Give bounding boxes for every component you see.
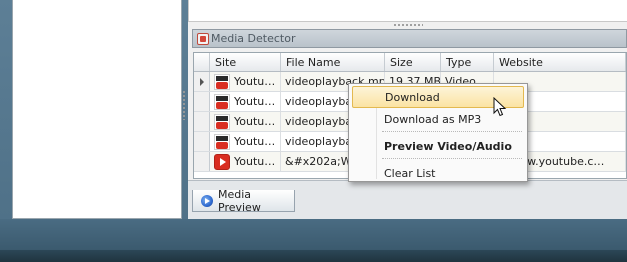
window-bottom-frame [0, 219, 627, 250]
current-row-arrow-icon [199, 77, 204, 86]
youtube-text-icon [214, 93, 230, 110]
column-header-size[interactable]: Size [385, 53, 441, 71]
youtube-play-icon [214, 153, 230, 170]
column-header-type[interactable]: Type [441, 53, 494, 71]
horizontal-splitter-grip[interactable] [393, 23, 423, 27]
site-label: Youtu… [234, 95, 276, 108]
vertical-splitter-grip[interactable] [182, 90, 186, 120]
youtube-text-icon [214, 133, 230, 150]
row-indicator [194, 72, 210, 91]
row-indicator [194, 132, 210, 151]
cell-site: Youtu… [210, 152, 281, 171]
desktop-taskbar [0, 250, 627, 262]
site-label: Youtu… [234, 75, 276, 88]
tab-label: Media Preview [218, 187, 261, 214]
mouse-cursor-icon [493, 97, 507, 117]
column-header-file-name[interactable]: File Name [281, 53, 385, 71]
row-indicator-header [194, 53, 210, 71]
tab-bar: Media Preview [188, 180, 627, 219]
column-header-site[interactable]: Site [210, 53, 281, 71]
menu-item-preview-video-audio[interactable]: Preview Video/Audio [352, 135, 524, 157]
site-label: Youtu… [234, 115, 276, 128]
menu-separator [382, 158, 522, 161]
row-indicator [194, 92, 210, 111]
menu-item-clear-list[interactable]: Clear List [352, 162, 524, 184]
youtube-text-icon [214, 113, 230, 130]
cell-site: Youtu… [210, 132, 281, 151]
cell-site: Youtu… [210, 92, 281, 111]
site-label: Youtu… [234, 135, 276, 148]
tab-media-preview[interactable]: Media Preview [192, 187, 295, 214]
row-indicator [194, 112, 210, 131]
media-detector-titlebar: Media Detector [192, 29, 627, 48]
panel-title: Media Detector [211, 32, 296, 45]
top-pane [188, 0, 627, 22]
media-preview-icon [201, 194, 213, 207]
grid-header: Site File Name Size Type Website [194, 53, 626, 72]
cell-site: Youtu… [210, 72, 281, 91]
youtube-text-icon [214, 73, 230, 90]
left-pane [12, 0, 182, 219]
column-header-website[interactable]: Website [494, 53, 626, 71]
app-icon [197, 33, 209, 45]
row-indicator [194, 152, 210, 171]
site-label: Youtu… [234, 155, 276, 168]
menu-separator [382, 131, 522, 134]
cell-site: Youtu… [210, 112, 281, 131]
